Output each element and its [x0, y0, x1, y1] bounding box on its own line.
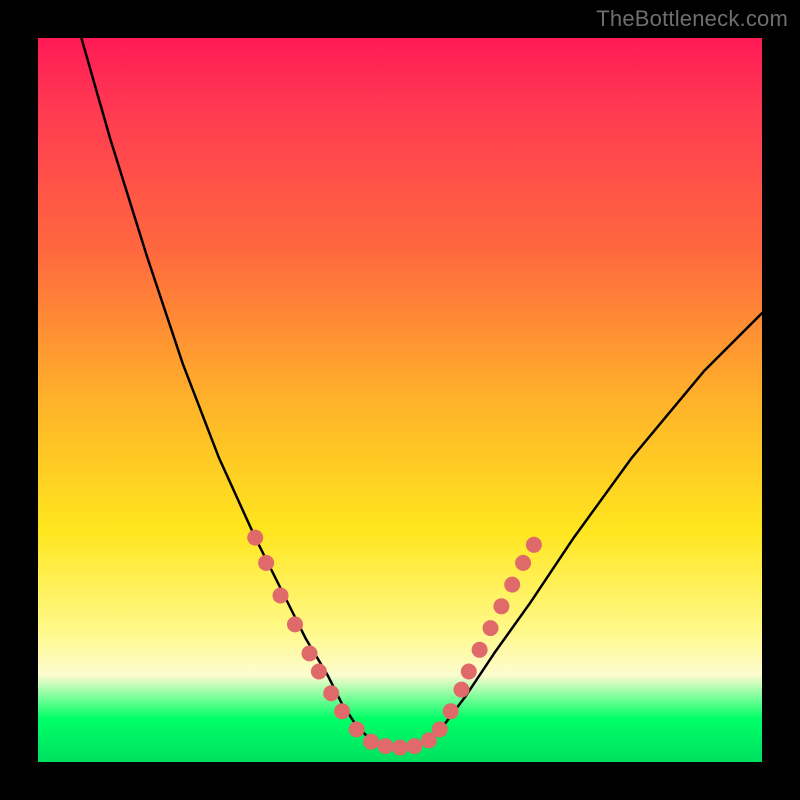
curve-marker [334, 703, 350, 719]
curve-markers [247, 530, 542, 756]
curve-marker [287, 616, 303, 632]
curve-marker [407, 738, 423, 754]
curve-marker [443, 703, 459, 719]
curve-marker [515, 555, 531, 571]
curve-marker [349, 721, 365, 737]
curve-marker [483, 620, 499, 636]
curve-marker [526, 537, 542, 553]
curve-marker [247, 530, 263, 546]
curve-marker [472, 642, 488, 658]
curve-marker [454, 682, 470, 698]
curve-marker [302, 645, 318, 661]
curve-marker [461, 664, 477, 680]
curve-marker [504, 577, 520, 593]
curve-marker [432, 721, 448, 737]
bottleneck-curve [81, 38, 762, 748]
curve-marker [493, 598, 509, 614]
curve-marker [323, 685, 339, 701]
curve-marker [311, 664, 327, 680]
curve-marker [392, 740, 408, 756]
curve-marker [363, 734, 379, 750]
curve-marker [258, 555, 274, 571]
plot-area [38, 38, 762, 762]
watermark-label: TheBottleneck.com [596, 6, 788, 32]
chart-svg [38, 38, 762, 762]
curve-marker [273, 588, 289, 604]
curve-marker [378, 738, 394, 754]
chart-frame: TheBottleneck.com [0, 0, 800, 800]
